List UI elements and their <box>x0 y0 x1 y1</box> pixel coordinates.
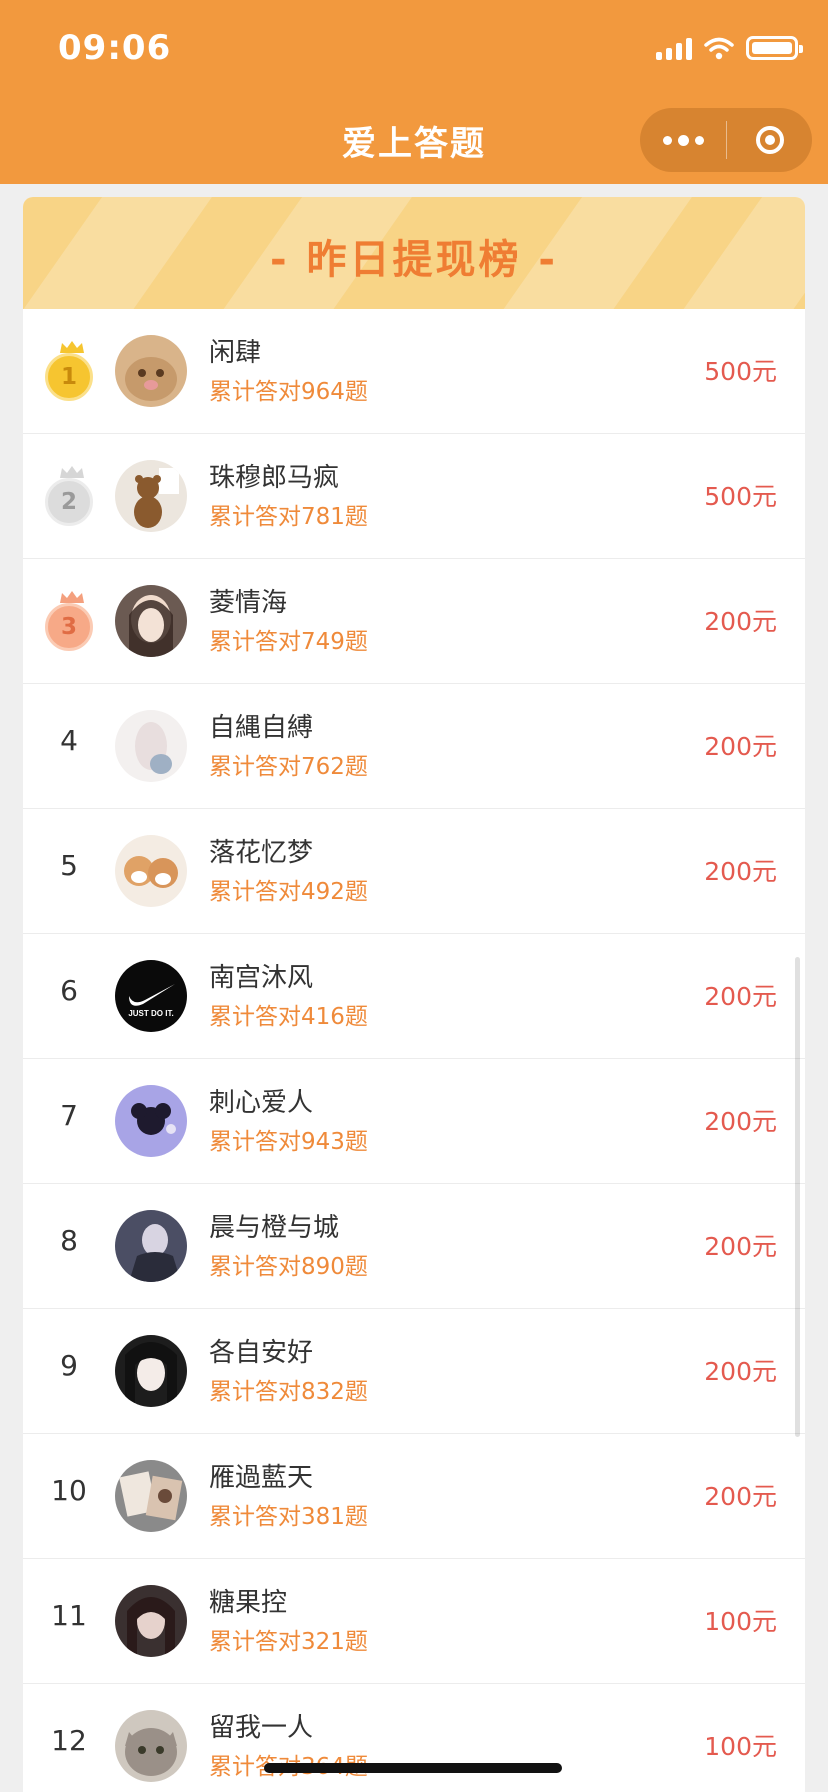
user-name: 落花忆梦 <box>209 838 314 868</box>
user-name: 闲肆 <box>209 338 262 368</box>
correct-count: 累计答对749题 <box>209 629 368 655</box>
leaderboard-row[interactable]: 9 各自安好累计答对832题 200元 <box>23 1309 805 1434</box>
girl-portrait-avatar <box>115 585 187 657</box>
correct-count: 累计答对381题 <box>209 1504 368 1530</box>
correct-count: 累计答对964题 <box>209 379 368 405</box>
leaderboard-row[interactable]: 8 晨与橙与城累计答对890题 200元 <box>23 1184 805 1309</box>
dark-portrait-avatar <box>115 1585 187 1657</box>
svg-text:JUST DO IT.: JUST DO IT. <box>128 1009 173 1018</box>
rank-number: 2 <box>60 489 77 515</box>
user-name: 珠穆郎马疯 <box>209 463 340 493</box>
withdraw-amount: 200元 <box>704 607 777 636</box>
leaderboard-list: 1 闲肆 累计答对964题 500元 2 珠穆郎马疯 累计答对781题 500元 3 菱情海 累计答… <box>23 309 805 1792</box>
mini-program-capsule <box>640 108 812 172</box>
rank-number: 3 <box>60 614 77 640</box>
withdraw-amount: 200元 <box>704 1357 777 1386</box>
girl-with-plush-avatar <box>115 710 187 782</box>
leaderboard-banner: - 昨日提现榜 - <box>23 197 805 309</box>
scrollbar[interactable] <box>795 957 800 1437</box>
status-time: 09:06 <box>58 28 172 68</box>
withdraw-amount: 200元 <box>704 1107 777 1136</box>
correct-count: 累计答对832题 <box>209 1379 368 1405</box>
withdraw-amount: 100元 <box>704 1607 777 1636</box>
rank-number: 1 <box>60 364 77 390</box>
grey-cat-avatar <box>115 1710 187 1782</box>
withdraw-amount: 200元 <box>704 982 777 1011</box>
user-name: 菱情海 <box>209 588 288 618</box>
withdraw-amount: 500元 <box>704 357 777 386</box>
rank-number: 7 <box>60 1099 78 1132</box>
shiba-dogs-avatar <box>115 835 187 907</box>
purple-character-avatar <box>115 1085 187 1157</box>
leaderboard-row[interactable]: 4 自縄自縛累计答对762题 200元 <box>23 684 805 809</box>
target-close-icon[interactable] <box>727 108 812 172</box>
withdraw-amount: 500元 <box>704 482 777 511</box>
user-name: 南宫沐风 <box>209 963 314 993</box>
rank-medal-icon: 3 <box>45 591 93 651</box>
leaderboard-row[interactable]: 2 珠穆郎马疯累计答对781题 500元 <box>23 434 805 559</box>
teddy-bear-avatar <box>115 460 187 532</box>
user-name: 各自安好 <box>209 1338 314 1368</box>
user-name: 晨与橙与城 <box>209 1213 340 1243</box>
rank-number: 12 <box>51 1724 87 1757</box>
leaderboard-row[interactable]: 10 雁過藍天累计答对381题 200元 <box>23 1434 805 1559</box>
leaderboard-row[interactable]: 12留我一人累计答对364题100元 <box>23 1684 805 1792</box>
leaderboard-card: - 昨日提现榜 - 1 闲肆累计答对964题 500元 2 珠穆郎马疯累计答对781题 5… <box>23 197 805 1792</box>
rank-number: 8 <box>60 1224 78 1257</box>
user-name: 刺心爱人 <box>209 1088 314 1118</box>
magazine-avatar <box>115 1460 187 1532</box>
leaderboard-row[interactable]: 6 JUST DO IT. 南宫沐风累计答对416题 200元 <box>23 934 805 1059</box>
withdraw-amount: 200元 <box>704 732 777 761</box>
swoosh-logo-avatar: JUST DO IT. <box>115 960 187 1032</box>
battery-icon <box>746 36 803 60</box>
withdraw-amount: 200元 <box>704 1232 777 1261</box>
home-indicator <box>264 1763 562 1773</box>
wifi-icon <box>704 37 734 60</box>
leaderboard-title: - 昨日提现榜 - <box>269 237 559 283</box>
leaderboard-row[interactable]: 1 闲肆累计答对964题 500元 <box>23 309 805 434</box>
rank-number: 5 <box>60 849 78 882</box>
leaderboard-row[interactable]: 5 落花忆梦累计答对492题 200元 <box>23 809 805 934</box>
leaderboard-row[interactable]: 7 刺心爱人累计答对943题 200元 <box>23 1059 805 1184</box>
rank-number: 10 <box>51 1474 87 1507</box>
rank-medal-icon: 2 <box>45 466 93 526</box>
dark-hair-girl-avatar <box>115 1335 187 1407</box>
rank-number: 11 <box>51 1599 87 1632</box>
rank-number: 6 <box>60 974 78 1007</box>
correct-count: 累计答对416题 <box>209 1004 368 1030</box>
user-name: 雁過藍天 <box>209 1463 314 1493</box>
man-in-suit-avatar <box>115 1210 187 1282</box>
withdraw-amount: 100元 <box>704 1732 777 1761</box>
user-name: 糖果控 <box>209 1588 288 1618</box>
correct-count: 累计答对943题 <box>209 1129 368 1155</box>
cat-avatar <box>115 335 187 407</box>
user-name: 自縄自縛 <box>209 713 314 743</box>
rank-number: 9 <box>60 1349 78 1382</box>
correct-count: 累计答对321题 <box>209 1629 368 1655</box>
rank-number: 4 <box>60 724 78 757</box>
cellular-signal-icon <box>656 36 692 60</box>
withdraw-amount: 200元 <box>704 857 777 886</box>
rank-medal-icon: 1 <box>45 341 93 401</box>
more-dots-icon[interactable] <box>640 108 726 172</box>
status-icons <box>656 36 803 60</box>
leaderboard-row[interactable]: 3 菱情海累计答对749题 200元 <box>23 559 805 684</box>
user-name: 留我一人 <box>209 1713 314 1743</box>
leaderboard-row[interactable]: 11 糖果控累计答对321题 100元 <box>23 1559 805 1684</box>
correct-count: 累计答对890题 <box>209 1254 368 1280</box>
nav-header: 09:06 爱上答题 <box>0 0 828 184</box>
withdraw-amount: 200元 <box>704 1482 777 1511</box>
correct-count: 累计答对781题 <box>209 504 368 530</box>
correct-count: 累计答对492题 <box>209 879 368 905</box>
correct-count: 累计答对762题 <box>209 754 368 780</box>
